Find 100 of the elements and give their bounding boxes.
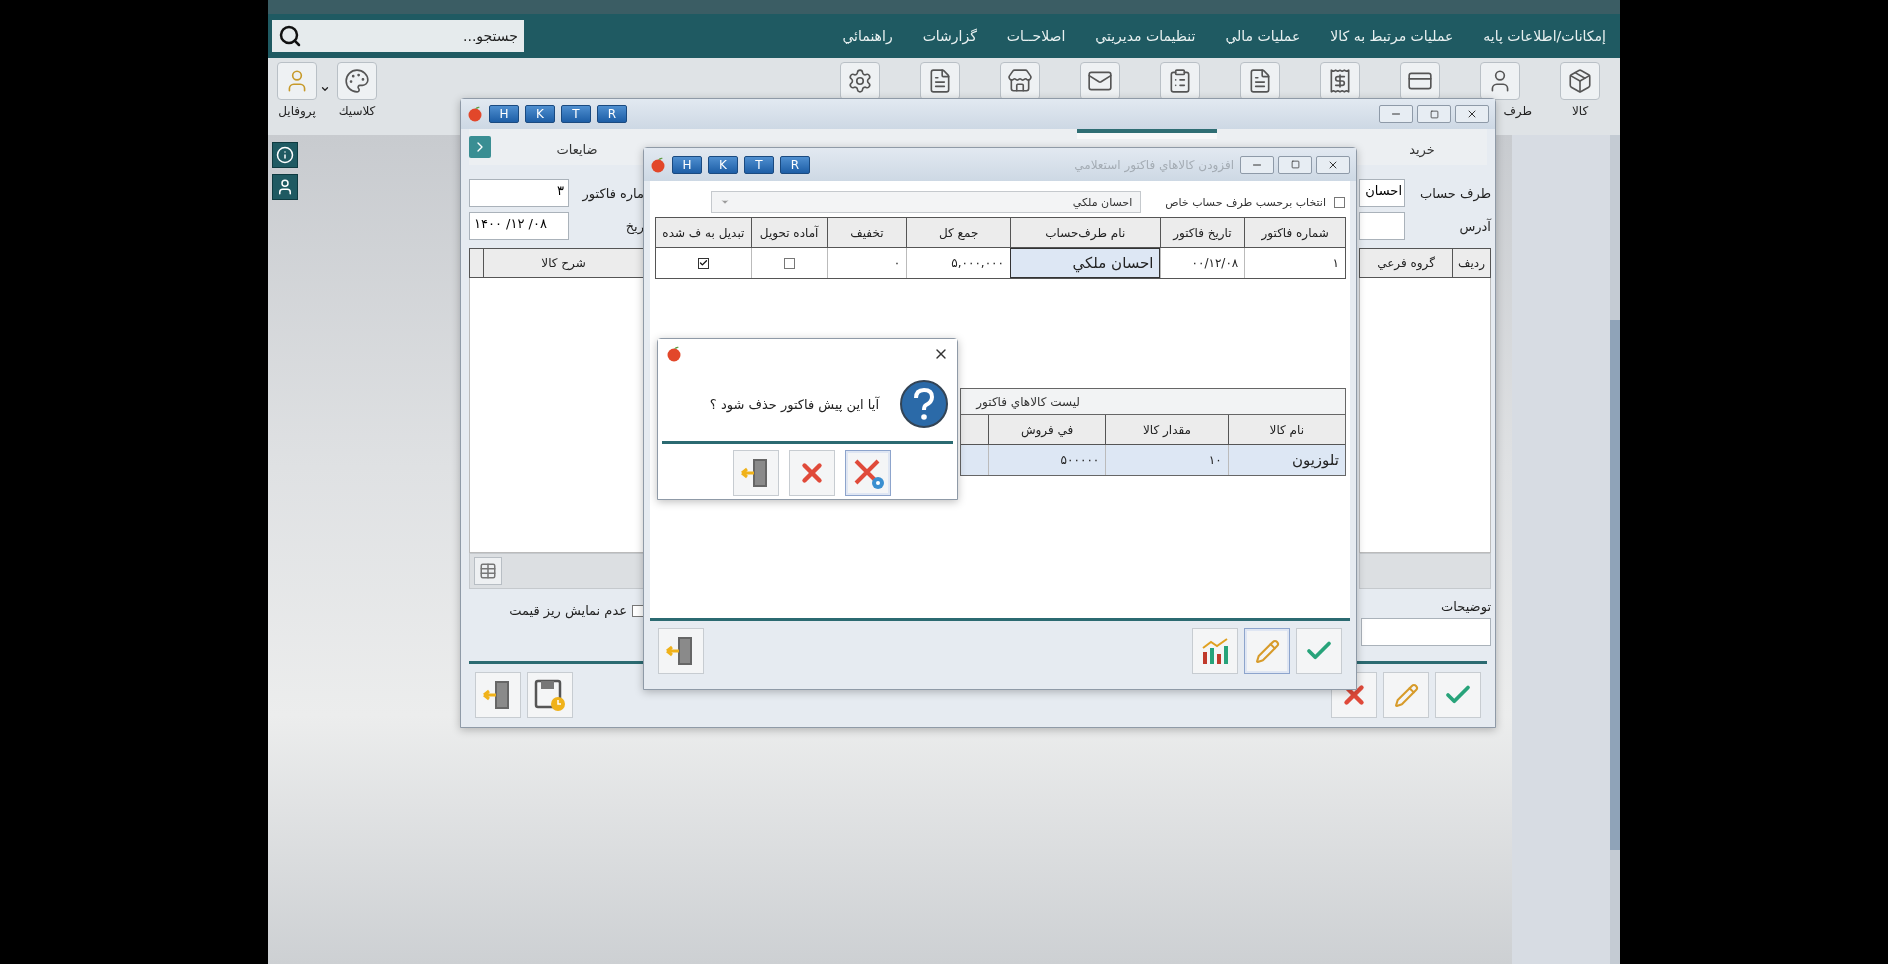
- menu-item[interactable]: گزارشات: [922, 28, 977, 44]
- save-button[interactable]: [527, 672, 573, 718]
- toolbar-button[interactable]: [337, 62, 377, 100]
- notes-field[interactable]: [1361, 618, 1491, 646]
- box-icon: [1567, 68, 1593, 94]
- info-button[interactable]: [272, 142, 298, 168]
- exit-button[interactable]: [475, 672, 521, 718]
- menu-item[interactable]: عمليات مالي: [1225, 28, 1301, 44]
- menu-item[interactable]: عمليات مرتبط به كالا: [1330, 28, 1454, 44]
- invoice-number-field[interactable]: ۳: [469, 179, 569, 207]
- checkbox[interactable]: [783, 257, 795, 269]
- toolbar-button[interactable]: [1240, 62, 1280, 100]
- logo-icon: [650, 156, 666, 173]
- checkbox-label: انتخاب برحسب طرف حساب خاص: [1165, 195, 1326, 209]
- table-cell: ۵۰۰۰۰۰: [987, 445, 1106, 475]
- tab[interactable]: ضايعات: [527, 129, 627, 165]
- address-field[interactable]: [1359, 212, 1405, 240]
- column-header: في فروش: [987, 415, 1106, 444]
- table-cell: ۱: [1244, 248, 1345, 278]
- field-label: ريخ: [625, 218, 644, 234]
- toolbar-button[interactable]: [1080, 62, 1120, 100]
- search-field[interactable]: جستجو...: [272, 20, 524, 52]
- caret-icon: [720, 197, 731, 207]
- delete-button[interactable]: [789, 450, 835, 496]
- user-button[interactable]: [272, 174, 298, 200]
- date-field[interactable]: ۱۴۰۰ /۱۲ /۰۸: [469, 212, 569, 240]
- column-header: گروه فرعي: [1376, 255, 1436, 273]
- scrollbar[interactable]: [1610, 135, 1620, 964]
- maximize-icon: [1429, 109, 1439, 119]
- shortcut-button[interactable]: T: [744, 155, 774, 174]
- toolbar-button[interactable]: [1000, 62, 1040, 100]
- settings-icon: [847, 68, 873, 94]
- column-header: تبديل به ف شده: [661, 224, 746, 242]
- logo-icon: [666, 346, 682, 362]
- maximize-button[interactable]: [1417, 105, 1451, 123]
- exit-button[interactable]: [658, 628, 704, 674]
- toolbar-button[interactable]: [1480, 62, 1520, 100]
- toolbar-button[interactable]: [840, 62, 880, 100]
- toolbar-label: طرف: [1503, 104, 1532, 118]
- check-icon: [698, 258, 708, 268]
- menu-item[interactable]: إمكانات/اطلاعات پايه: [1483, 28, 1606, 44]
- caret-icon[interactable]: [320, 84, 330, 94]
- shortcut-button[interactable]: K: [708, 155, 738, 174]
- toolbar-label: كلاسيك: [338, 104, 376, 118]
- account-field[interactable]: احسان: [1359, 179, 1405, 207]
- table-cell: ۵,۰۰۰,۰۰۰: [906, 248, 1010, 278]
- menu-item[interactable]: تنظيمات مديريتي: [1095, 28, 1196, 44]
- column-header: جمع كل: [906, 218, 1010, 247]
- column-header: مقدار كالا: [1105, 415, 1228, 444]
- menu-item[interactable]: اصلاحــات: [1006, 28, 1066, 44]
- shortcut-button[interactable]: R: [780, 155, 810, 174]
- table-cell: تلوزيون: [1227, 445, 1345, 475]
- table-row[interactable]: تلوزيون ۱۰ ۵۰۰۰۰۰: [961, 445, 1345, 475]
- chart-button[interactable]: [1192, 628, 1238, 674]
- close-icon: [1466, 108, 1478, 120]
- tab[interactable]: خريد: [1357, 129, 1487, 165]
- table-cell: احسان ملكي: [1010, 248, 1160, 278]
- tab[interactable]: [1077, 129, 1217, 139]
- shortcut-button[interactable]: R: [597, 105, 627, 123]
- field-label: آدرس: [1459, 218, 1491, 234]
- account-dropdown[interactable]: احسان ملكي: [711, 191, 1142, 213]
- column-header: نام كالا: [1227, 415, 1345, 444]
- person-icon: [276, 178, 294, 196]
- maximize-button[interactable]: [1278, 155, 1312, 174]
- field-label: ماره فاكتور: [582, 185, 644, 201]
- toolbar-button[interactable]: [1160, 62, 1200, 100]
- confirm-button[interactable]: [1435, 672, 1481, 718]
- toolbar-button[interactable]: [1400, 62, 1440, 100]
- toolbar-button[interactable]: [920, 62, 960, 100]
- palette-icon: [344, 68, 370, 94]
- pencil-icon: [1254, 638, 1280, 664]
- dialog-message: آيا اين پيش فاكتور حذف شود ؟: [709, 396, 879, 412]
- checkbox[interactable]: [697, 257, 709, 269]
- save-clock-icon: [533, 678, 567, 712]
- maximize-icon: [1290, 160, 1300, 169]
- column-header: آماده تحويل: [750, 218, 827, 247]
- toolbar-button[interactable]: [1560, 62, 1600, 100]
- menu-item[interactable]: راهنمائي: [842, 28, 893, 44]
- column-header: شماره فاكتور: [1244, 218, 1345, 247]
- checkbox[interactable]: [1334, 196, 1345, 208]
- search-icon: [278, 24, 302, 48]
- confirm-button[interactable]: [1296, 628, 1342, 674]
- table-icon: [479, 562, 497, 580]
- shortcut-button[interactable]: K: [525, 105, 555, 123]
- shortcut-button[interactable]: T: [561, 105, 591, 123]
- logo-icon: [467, 106, 483, 122]
- table-edit-button[interactable]: [474, 557, 502, 585]
- checkbox[interactable]: [632, 604, 644, 617]
- toolbar-button[interactable]: [1320, 62, 1360, 100]
- shortcut-button[interactable]: H: [672, 155, 702, 174]
- delete-view-button[interactable]: [845, 450, 891, 496]
- shortcut-button[interactable]: H: [489, 105, 519, 123]
- table-title: ليست كالاهاي فاكتور: [961, 389, 1345, 415]
- column-header: نام طرف‌حساب: [1010, 218, 1160, 247]
- exit-button[interactable]: [733, 450, 779, 496]
- column-header: تاريخ فاكتور: [1159, 218, 1245, 247]
- field-label: طرف حساب: [1420, 185, 1491, 201]
- info-icon: [276, 146, 294, 164]
- toolbar-label: پروفايل: [278, 104, 316, 118]
- store-icon: [1007, 68, 1033, 94]
